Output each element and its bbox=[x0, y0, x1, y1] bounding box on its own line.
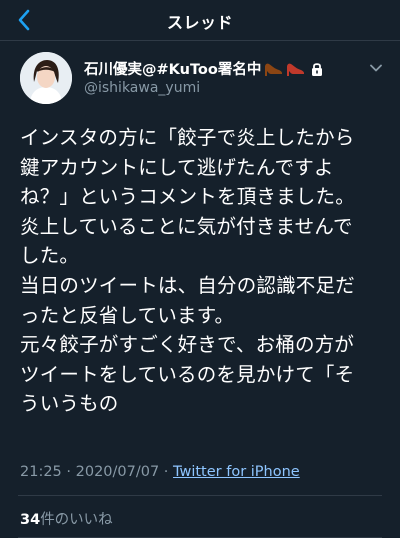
page-title: スレッド bbox=[166, 13, 233, 32]
tweet-line: ツイートをしているのを見かけて「そ bbox=[20, 362, 355, 386]
tweet-line: インスタの方に「餃子で炎上したから bbox=[20, 126, 355, 149]
tweet-line: ういうもの bbox=[20, 392, 119, 416]
likes-count[interactable]: 34件のいいね bbox=[20, 508, 113, 529]
likes-number: 34 bbox=[20, 512, 41, 528]
tweet-meta: 21:25 · 2020/07/07 · Twitter for iPhone bbox=[20, 464, 300, 480]
tweet-line: した。 bbox=[20, 244, 80, 268]
tweet-line: ね？」というコメントを頂きました。 bbox=[20, 185, 355, 209]
lock-icon bbox=[312, 62, 323, 76]
user-handle[interactable]: @ishikawa_yumi bbox=[84, 80, 200, 96]
divider bbox=[18, 495, 382, 496]
header-bar: スレッド bbox=[0, 0, 400, 41]
high-heel-icon bbox=[265, 63, 283, 76]
user-display-name-row[interactable]: 石川優実@#KuToo署名中 bbox=[84, 58, 323, 79]
tweet-timestamp: 21:25 · 2020/07/07 · bbox=[20, 464, 174, 480]
tweet-source-link[interactable]: Twitter for iPhone bbox=[173, 464, 300, 480]
tweet-menu-button[interactable] bbox=[368, 60, 384, 76]
tweet-text: インスタの方に「餃子で炎上したから 鍵アカウントにして逃げたんですよ ね？」とい… bbox=[20, 123, 390, 419]
chevron-down-icon bbox=[370, 64, 382, 72]
avatar[interactable] bbox=[20, 52, 72, 104]
tweet-line: ったと反省しています。 bbox=[20, 303, 235, 327]
tweet-line: 鍵アカウントにして逃げたんですよ bbox=[20, 155, 334, 179]
display-name: 石川優実@#KuToo署名中 bbox=[84, 62, 262, 78]
tweet-line: 炎上していることに気が付きませんで bbox=[20, 214, 353, 238]
tweet-line: 当日のツイートは、自分の認識不足だ bbox=[20, 273, 355, 297]
high-heel-icon bbox=[287, 63, 305, 76]
tweet-line: 元々餃子がすごく好きで、お桶の方が bbox=[20, 333, 355, 357]
likes-label: 件のいいね bbox=[40, 512, 113, 528]
